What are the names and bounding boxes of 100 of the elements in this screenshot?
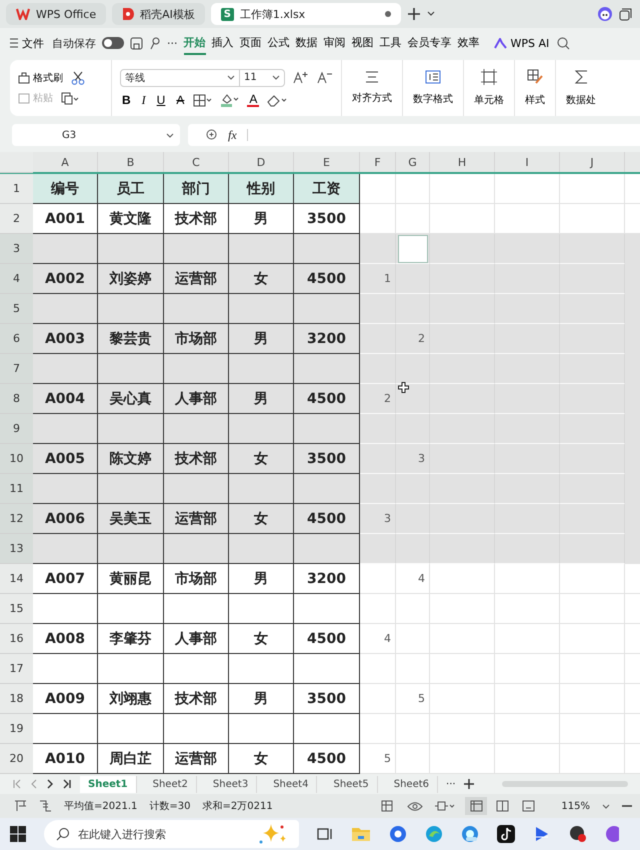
normal-view-button[interactable]: [465, 797, 488, 815]
ribbon-tab[interactable]: 开始: [184, 32, 206, 54]
add-sheet-icon[interactable]: [464, 779, 474, 789]
more-sheets-button[interactable]: ···: [446, 778, 456, 790]
style-menu[interactable]: 样式: [525, 93, 545, 107]
row-header[interactable]: 4: [0, 264, 33, 294]
avatar-icon[interactable]: [597, 6, 613, 22]
column-header[interactable]: F: [360, 152, 396, 172]
insert-function-button[interactable]: fx: [228, 128, 237, 142]
column-header[interactable]: G: [396, 152, 430, 172]
row-header[interactable]: 19: [0, 714, 33, 744]
row-header[interactable]: 17: [0, 654, 33, 684]
zoom-level[interactable]: 115%: [561, 800, 590, 812]
new-tab-icon[interactable]: [406, 7, 421, 21]
row-header[interactable]: 3: [0, 234, 33, 264]
row-header[interactable]: 6: [0, 324, 33, 354]
strikethrough-button[interactable]: A: [174, 93, 186, 107]
column-header[interactable]: I: [495, 152, 560, 172]
align-icon[interactable]: [365, 71, 379, 83]
zoom-in-icon[interactable]: [206, 129, 218, 141]
document-tab[interactable]: 稻壳AI模板: [112, 3, 205, 25]
task-view-icon[interactable]: [317, 827, 333, 841]
sheet-tab[interactable]: Sheet3: [204, 776, 258, 792]
column-header[interactable]: H: [430, 152, 495, 172]
sheet-tab[interactable]: Sheet1: [80, 776, 137, 792]
save-icon[interactable]: [130, 36, 143, 50]
more-button[interactable]: ···: [167, 36, 178, 50]
wps-ai-button[interactable]: WPS AI: [492, 36, 552, 50]
autosave-toggle[interactable]: [102, 37, 124, 49]
ribbon-tab[interactable]: 数据: [296, 32, 318, 54]
caret-icon[interactable]: [602, 804, 610, 808]
document-tab[interactable]: S 工作簿1.xlsx: [210, 3, 401, 25]
row-header[interactable]: 5: [0, 294, 33, 324]
row-header[interactable]: 15: [0, 594, 33, 624]
eye-icon[interactable]: [407, 800, 424, 812]
fill-color-icon[interactable]: [220, 93, 240, 107]
row-header[interactable]: 2: [0, 204, 33, 234]
underline-button[interactable]: U: [154, 93, 168, 107]
browser-icon[interactable]: [425, 825, 443, 843]
cell-menu[interactable]: 单元格: [474, 93, 504, 107]
search-field[interactable]: 在此键入进行搜索: [74, 820, 257, 848]
align-menu[interactable]: 对齐方式: [352, 91, 392, 105]
browser-icon[interactable]: [461, 825, 479, 843]
row-header[interactable]: 16: [0, 624, 33, 654]
cell-icon[interactable]: [481, 69, 497, 85]
ribbon-tab[interactable]: 工具: [380, 32, 402, 54]
font-color-button[interactable]: A: [247, 93, 260, 107]
italic-button[interactable]: I: [140, 92, 148, 108]
font-size-dropdown[interactable]: 11: [240, 68, 285, 86]
number-format-menu[interactable]: 数字格式: [413, 92, 453, 106]
border-icon[interactable]: [193, 94, 214, 106]
column-header[interactable]: A: [33, 152, 98, 172]
windows-start-icon[interactable]: [10, 826, 26, 842]
row-header[interactable]: 18: [0, 684, 33, 714]
bold-button[interactable]: B: [120, 93, 133, 107]
shrink-font-icon[interactable]: [317, 71, 333, 84]
sheet-tab[interactable]: Sheet4: [265, 776, 318, 792]
ribbon-tab[interactable]: 公式: [268, 32, 290, 54]
column-header[interactable]: B: [98, 152, 164, 172]
window-icon[interactable]: [619, 8, 632, 20]
app-icon[interactable]: [605, 825, 619, 843]
search-icon[interactable]: [557, 36, 570, 50]
style-icon[interactable]: [527, 69, 543, 85]
sheet-tab[interactable]: Sheet2: [144, 776, 197, 792]
ribbon-tab[interactable]: 审阅: [324, 32, 346, 54]
row-header[interactable]: 12: [0, 504, 33, 534]
sheet-tab[interactable]: Sheet5: [325, 776, 378, 792]
ribbon-tab[interactable]: 效率: [458, 32, 480, 54]
key-icon[interactable]: [149, 36, 161, 50]
table-settings-icon[interactable]: [381, 800, 396, 812]
video-app-icon[interactable]: [533, 825, 551, 843]
sheet-tab[interactable]: Sheet6: [386, 776, 438, 792]
row-header[interactable]: 13: [0, 534, 33, 564]
search-button[interactable]: [44, 820, 74, 848]
last-sheet-icon[interactable]: [62, 779, 72, 789]
file-menu[interactable]: 文件: [8, 36, 46, 50]
row-header[interactable]: 1: [0, 174, 33, 204]
caret-icon[interactable]: [426, 11, 435, 17]
format-painter-button[interactable]: 格式刷: [18, 71, 63, 85]
ribbon-tab[interactable]: 插入: [212, 32, 234, 54]
ribbon-tab[interactable]: 页面: [240, 32, 262, 54]
document-tab[interactable]: WPS Office: [6, 3, 106, 25]
column-header[interactable]: E: [294, 152, 360, 172]
data-processing-menu[interactable]: 数据处: [566, 93, 596, 107]
ribbon-tab[interactable]: 会员专享: [408, 32, 452, 54]
column-header[interactable]: C: [164, 152, 229, 172]
zoom-out-icon[interactable]: [622, 804, 632, 808]
row-header[interactable]: 7: [0, 354, 33, 384]
folder-icon[interactable]: [351, 826, 371, 842]
name-box[interactable]: G3: [12, 124, 180, 146]
grow-font-icon[interactable]: [293, 71, 309, 84]
scissors-icon[interactable]: [71, 71, 85, 85]
ribbon-tab[interactable]: 视图: [352, 32, 374, 54]
row-header[interactable]: 20: [0, 744, 33, 774]
row-header[interactable]: 10: [0, 444, 33, 474]
number-format-icon[interactable]: [425, 70, 441, 84]
copy-icon[interactable]: [61, 92, 79, 104]
column-header[interactable]: D: [229, 152, 294, 172]
row-header[interactable]: 11: [0, 474, 33, 504]
font-dropdown[interactable]: 等线: [120, 68, 240, 86]
